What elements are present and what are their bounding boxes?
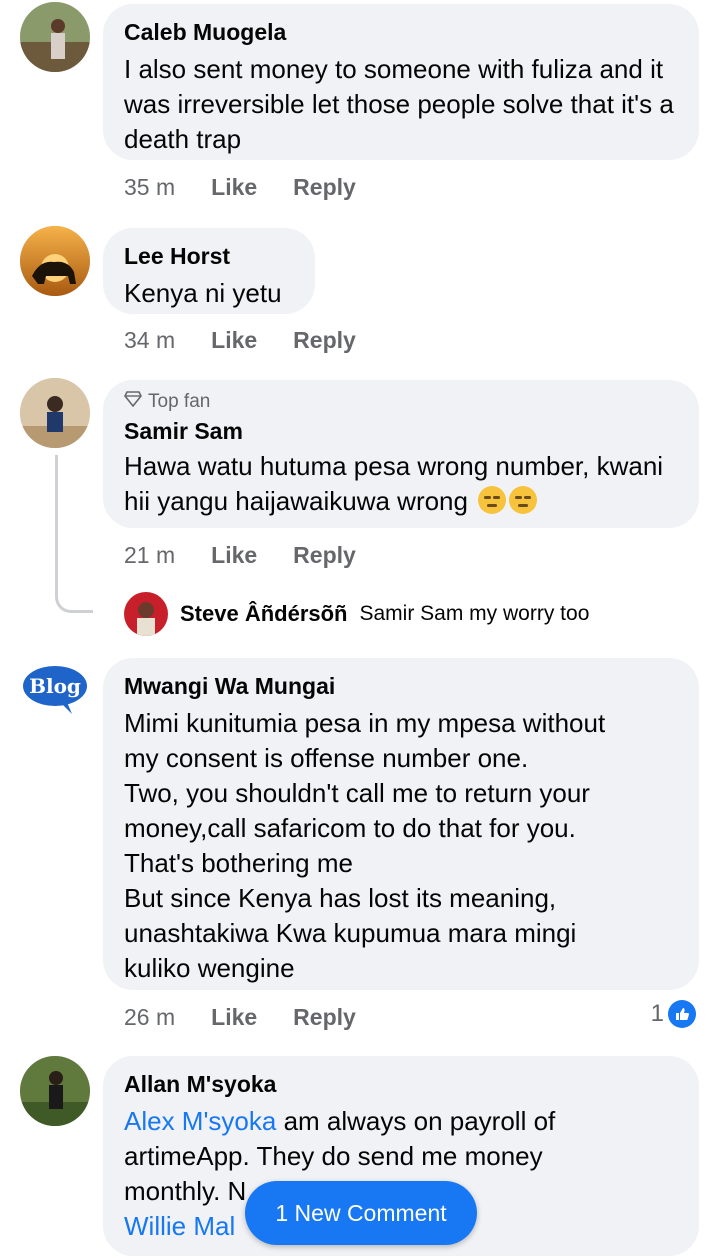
comment-bubble: Mwangi Wa Mungai Mimi kunitumia pesa in …	[103, 658, 699, 990]
avatar[interactable]	[20, 226, 90, 296]
comment-line: Mimi kunitumia pesa in my mpesa without	[124, 708, 606, 738]
comment-line: my consent is offense number one.	[124, 743, 529, 773]
timestamp[interactable]: 21 m	[124, 540, 175, 570]
reply-button[interactable]: Reply	[293, 540, 356, 570]
like-button[interactable]: Like	[211, 325, 257, 355]
comment-author[interactable]: Caleb Muogela	[124, 18, 677, 46]
comment-line: unashtakiwa Kwa kupumua mara mingi	[124, 918, 577, 948]
like-button[interactable]: Like	[211, 540, 257, 570]
comment-text: Mimi kunitumia pesa in my mpesa without …	[124, 706, 677, 986]
comment-text-part: am always on payroll of	[276, 1106, 556, 1136]
comment-text-body: Hawa watu hutuma pesa wrong number, kwan…	[124, 451, 664, 516]
like-button[interactable]: Like	[211, 1002, 257, 1032]
reaction-number: 1	[650, 1000, 664, 1027]
avatar[interactable]	[124, 592, 168, 636]
reply-button[interactable]: Reply	[293, 1002, 356, 1032]
comment-bubble: Caleb Muogela I also sent money to someo…	[103, 4, 699, 160]
avatar[interactable]	[20, 2, 90, 72]
comment-author[interactable]: Lee Horst	[124, 242, 293, 270]
comment-author[interactable]: Samir Sam	[124, 417, 677, 445]
thumbs-up-icon	[668, 1000, 696, 1028]
unamused-face-icon	[509, 486, 538, 514]
reply-button[interactable]: Reply	[293, 325, 356, 355]
comment-bubble: Top fan Samir Sam Hawa watu hutuma pesa …	[103, 380, 699, 528]
comment-meta: 26 m Like Reply	[124, 1002, 356, 1032]
avatar[interactable]: Blog	[20, 656, 90, 726]
comment-meta: 21 m Like Reply	[124, 540, 356, 570]
reaction-count[interactable]: 1	[651, 1000, 696, 1028]
comment-text: Kenya ni yetu	[124, 278, 282, 308]
avatar[interactable]	[20, 1056, 90, 1126]
reply-text: Samir Sam my worry too	[359, 602, 590, 625]
comment-meta: 35 m Like Reply	[124, 172, 356, 202]
comment-author[interactable]: Allan M'syoka	[124, 1070, 677, 1098]
reply-author[interactable]: Steve Âñdérsõñ	[180, 601, 348, 627]
timestamp[interactable]: 26 m	[124, 1002, 175, 1032]
comment-line: But since Kenya has lost its meaning,	[124, 883, 557, 913]
unamused-face-icon	[478, 486, 507, 514]
diamond-icon	[124, 391, 142, 413]
comment-bubble: Lee Horst Kenya ni yetu	[103, 228, 315, 314]
timestamp[interactable]: 35 m	[124, 172, 175, 202]
top-fan-badge: Top fan	[124, 391, 677, 413]
comment-line: kuliko wengine	[124, 953, 295, 983]
comment-text: I also sent money to someone with fuliza…	[124, 54, 674, 154]
comment-author[interactable]: Mwangi Wa Mungai	[124, 672, 677, 700]
comment-line: money,call safaricom to do that for you.	[124, 813, 576, 843]
timestamp[interactable]: 34 m	[124, 325, 175, 355]
comment-line: Two, you shouldn't call me to return you…	[124, 778, 590, 808]
top-fan-label: Top fan	[148, 391, 211, 412]
avatar[interactable]	[20, 378, 90, 448]
like-button[interactable]: Like	[211, 172, 257, 202]
reply-preview[interactable]: Steve Âñdérsõñ Samir Sam my worry too	[124, 592, 589, 636]
comment-line: That's bothering me	[124, 848, 353, 878]
comment-line: artimeApp. They do send me money	[124, 1141, 543, 1171]
new-comment-button[interactable]: 1 New Comment	[245, 1181, 477, 1245]
thread-connector	[55, 455, 93, 613]
reply-button[interactable]: Reply	[293, 172, 356, 202]
blog-logo-text: Blog	[29, 674, 81, 698]
comment-meta: 34 m Like Reply	[124, 325, 356, 355]
comment-text: Hawa watu hutuma pesa wrong number, kwan…	[124, 449, 677, 519]
mention-link[interactable]: Alex M'syoka	[124, 1106, 276, 1136]
